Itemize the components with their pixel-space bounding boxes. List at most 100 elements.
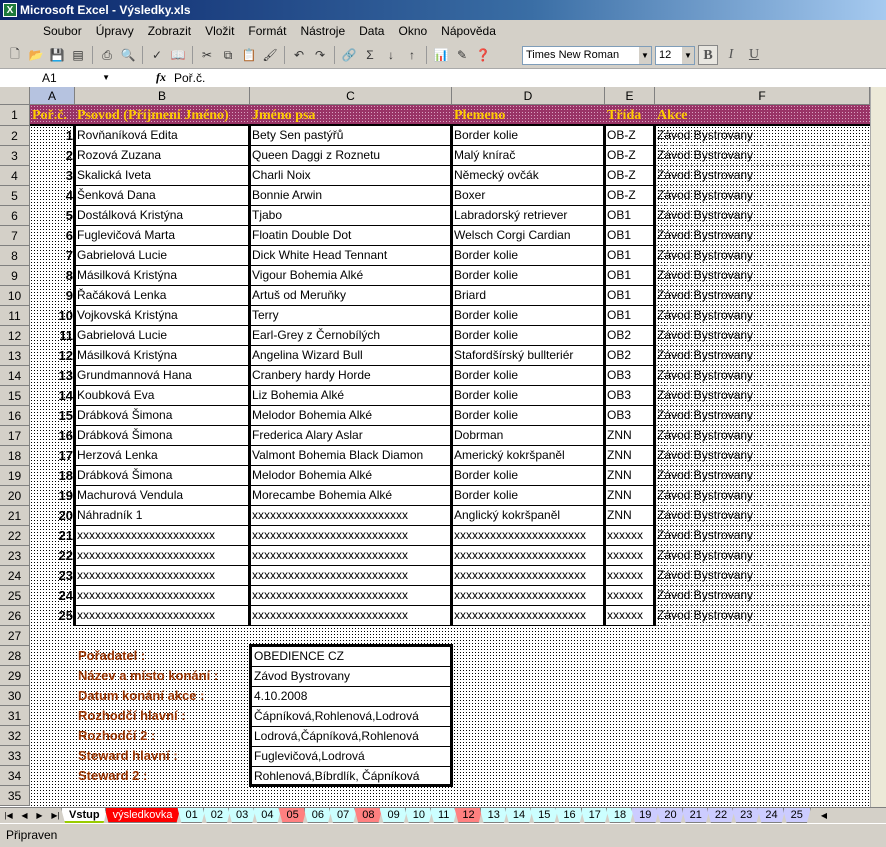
- header-cell-D[interactable]: Plemeno: [452, 105, 605, 126]
- info-value-6[interactable]: Rohlenová,Bíbrdlík, Čápníková: [252, 767, 450, 787]
- cell-C8[interactable]: Dick White Head Tennant: [250, 246, 452, 266]
- cell-A12[interactable]: 11: [30, 326, 75, 346]
- cell-F12[interactable]: Závod Bystrovany: [655, 326, 870, 346]
- sheet-tab-16[interactable]: 16: [555, 808, 583, 823]
- help-icon[interactable]: ❓: [474, 46, 492, 64]
- tab-scroll-left-icon[interactable]: ◀: [817, 809, 831, 823]
- sheet-tab-Vstup[interactable]: Vstup: [61, 808, 108, 823]
- row-header-32[interactable]: 32: [0, 726, 30, 746]
- cell-D10[interactable]: Briard: [452, 286, 605, 306]
- cell-E8[interactable]: OB1: [605, 246, 655, 266]
- menu-item-6[interactable]: Data: [352, 24, 391, 38]
- cell-A6[interactable]: 5: [30, 206, 75, 226]
- permission-icon[interactable]: ▤: [69, 46, 87, 64]
- cell-B20[interactable]: Machurová Vendula: [75, 486, 250, 506]
- cell-C15[interactable]: Liz Bohemia Alké: [250, 386, 452, 406]
- cell-B22[interactable]: xxxxxxxxxxxxxxxxxxxxxxx: [75, 526, 250, 546]
- cell-A5[interactable]: 4: [30, 186, 75, 206]
- cell-B16[interactable]: Drábková Šimona: [75, 406, 250, 426]
- cut-icon[interactable]: ✂: [198, 46, 216, 64]
- header-cell-F[interactable]: Akce: [655, 105, 870, 126]
- sheet-tab-09[interactable]: 09: [379, 808, 407, 823]
- cell-D7[interactable]: Welsch Corgi Cardian: [452, 226, 605, 246]
- cell-C11[interactable]: Terry: [250, 306, 452, 326]
- sheet-tab-03[interactable]: 03: [228, 808, 256, 823]
- sheet-tab-18[interactable]: 18: [606, 808, 634, 823]
- cell-E2[interactable]: OB-Z: [605, 126, 655, 146]
- cell-D12[interactable]: Border kolie: [452, 326, 605, 346]
- copy-icon[interactable]: ⧉: [219, 46, 237, 64]
- cell-C2[interactable]: Bety Sen pastýřů: [250, 126, 452, 146]
- cell-A4[interactable]: 3: [30, 166, 75, 186]
- info-value-4[interactable]: Lodrová,Čápníková,Rohlenová: [252, 727, 450, 747]
- cell-C4[interactable]: Charli Noix: [250, 166, 452, 186]
- name-box[interactable]: A1 ▼: [2, 70, 114, 86]
- cell-A19[interactable]: 18: [30, 466, 75, 486]
- sheet-tab-13[interactable]: 13: [480, 808, 508, 823]
- sheet-tab-22[interactable]: 22: [707, 808, 735, 823]
- info-value-1[interactable]: Závod Bystrovany: [252, 667, 450, 687]
- font-name-select[interactable]: Times New Roman ▼: [522, 45, 652, 65]
- sheet-tab-08[interactable]: 08: [354, 808, 382, 823]
- format-painter-icon[interactable]: 🖌: [261, 46, 279, 64]
- header-cell-A[interactable]: Poř.č.: [30, 105, 75, 126]
- info-value-3[interactable]: Čápníková,Rohlenová,Lodrová: [252, 707, 450, 727]
- cell-B15[interactable]: Koubková Eva: [75, 386, 250, 406]
- cell-E24[interactable]: xxxxxx: [605, 566, 655, 586]
- hyperlink-icon[interactable]: 🔗: [340, 46, 358, 64]
- cell-D17[interactable]: Dobrman: [452, 426, 605, 446]
- cell-C7[interactable]: Floatin Double Dot: [250, 226, 452, 246]
- row-header-9[interactable]: 9: [0, 266, 30, 286]
- cell-E3[interactable]: OB-Z: [605, 146, 655, 166]
- cell-E19[interactable]: ZNN: [605, 466, 655, 486]
- cell-F5[interactable]: Závod Bystrovany: [655, 186, 870, 206]
- row-header-20[interactable]: 20: [0, 486, 30, 506]
- cell-B8[interactable]: Gabrielová Lucie: [75, 246, 250, 266]
- cell-C26[interactable]: xxxxxxxxxxxxxxxxxxxxxxxxxx: [250, 606, 452, 626]
- cell-B24[interactable]: xxxxxxxxxxxxxxxxxxxxxxx: [75, 566, 250, 586]
- header-cell-B[interactable]: Psovod (Příjmení Jméno): [75, 105, 250, 126]
- cell-B18[interactable]: Herzová Lenka: [75, 446, 250, 466]
- cell-B4[interactable]: Skalická Iveta: [75, 166, 250, 186]
- row-header-25[interactable]: 25: [0, 586, 30, 606]
- menu-item-3[interactable]: Vložit: [198, 24, 241, 38]
- cell-C14[interactable]: Cranbery hardy Horde: [250, 366, 452, 386]
- row-header-1[interactable]: 1: [0, 105, 30, 126]
- cell-F9[interactable]: Závod Bystrovany: [655, 266, 870, 286]
- row-header-17[interactable]: 17: [0, 426, 30, 446]
- row-header-35[interactable]: 35: [0, 786, 30, 806]
- cell-A16[interactable]: 15: [30, 406, 75, 426]
- sheet-tab-23[interactable]: 23: [732, 808, 760, 823]
- cell-F6[interactable]: Závod Bystrovany: [655, 206, 870, 226]
- cell-A17[interactable]: 16: [30, 426, 75, 446]
- cell-E16[interactable]: OB3: [605, 406, 655, 426]
- cell-C6[interactable]: Tjabo: [250, 206, 452, 226]
- cell-F2[interactable]: Závod Bystrovany: [655, 126, 870, 146]
- cell-D22[interactable]: xxxxxxxxxxxxxxxxxxxxxx: [452, 526, 605, 546]
- cell-D18[interactable]: Americký kokršpaněl: [452, 446, 605, 466]
- row-header-8[interactable]: 8: [0, 246, 30, 266]
- cell-A23[interactable]: 22: [30, 546, 75, 566]
- cell-C20[interactable]: Morecambe Bohemia Alké: [250, 486, 452, 506]
- cell-F13[interactable]: Závod Bystrovany: [655, 346, 870, 366]
- cell-D23[interactable]: xxxxxxxxxxxxxxxxxxxxxx: [452, 546, 605, 566]
- first-sheet-icon[interactable]: |◀: [4, 809, 12, 823]
- cell-E15[interactable]: OB3: [605, 386, 655, 406]
- column-header-D[interactable]: D: [452, 87, 605, 105]
- cell-F21[interactable]: Závod Bystrovany: [655, 506, 870, 526]
- row-header-7[interactable]: 7: [0, 226, 30, 246]
- row-header-29[interactable]: 29: [0, 666, 30, 686]
- cell-C9[interactable]: Vigour Bohemia Alké: [250, 266, 452, 286]
- cell-C10[interactable]: Artuš od Meruňky: [250, 286, 452, 306]
- cell-E13[interactable]: OB2: [605, 346, 655, 366]
- vertical-scrollbar[interactable]: [870, 87, 886, 807]
- cell-A14[interactable]: 13: [30, 366, 75, 386]
- row-header-26[interactable]: 26: [0, 606, 30, 626]
- cell-A7[interactable]: 6: [30, 226, 75, 246]
- cell-E25[interactable]: xxxxxx: [605, 586, 655, 606]
- sort-descending-icon[interactable]: ↑: [403, 46, 421, 64]
- sheet-tab-15[interactable]: 15: [530, 808, 558, 823]
- cell-A10[interactable]: 9: [30, 286, 75, 306]
- cell-F4[interactable]: Závod Bystrovany: [655, 166, 870, 186]
- sheet-tab-02[interactable]: 02: [203, 808, 231, 823]
